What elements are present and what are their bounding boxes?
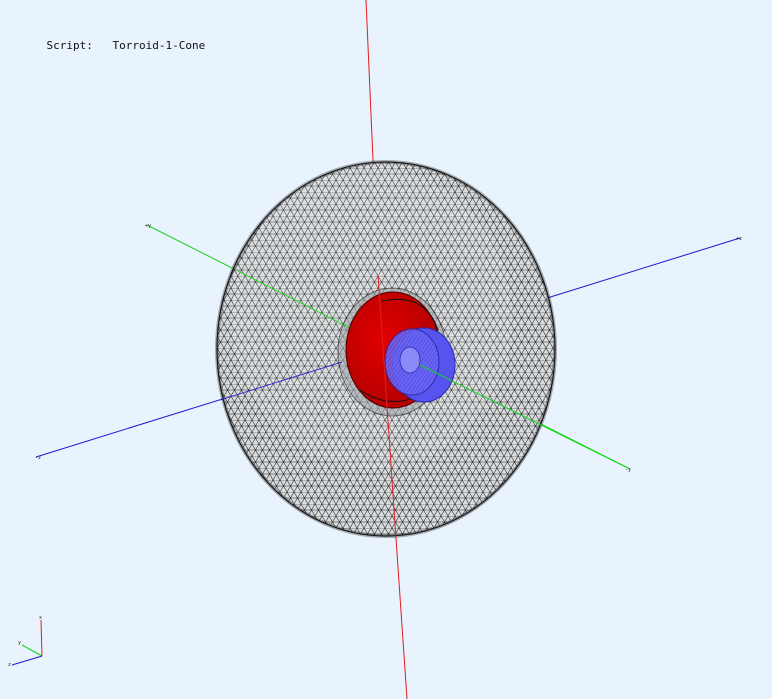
orientation-gizmo: x y z — [8, 615, 43, 668]
3d-viewport[interactable]: Script: Torroid-1-Cone +y +z -z -y x y z — [0, 0, 772, 699]
axis-end-label: -z — [35, 455, 41, 461]
gizmo-y-label: y — [18, 640, 21, 646]
gizmo-x-label: x — [39, 615, 42, 621]
axis-end-label: +y — [145, 223, 151, 229]
scene-canvas[interactable]: +y +z -z -y x y z — [0, 0, 772, 699]
gizmo-z-label: z — [8, 662, 11, 668]
axis-end-label: +z — [736, 236, 742, 242]
